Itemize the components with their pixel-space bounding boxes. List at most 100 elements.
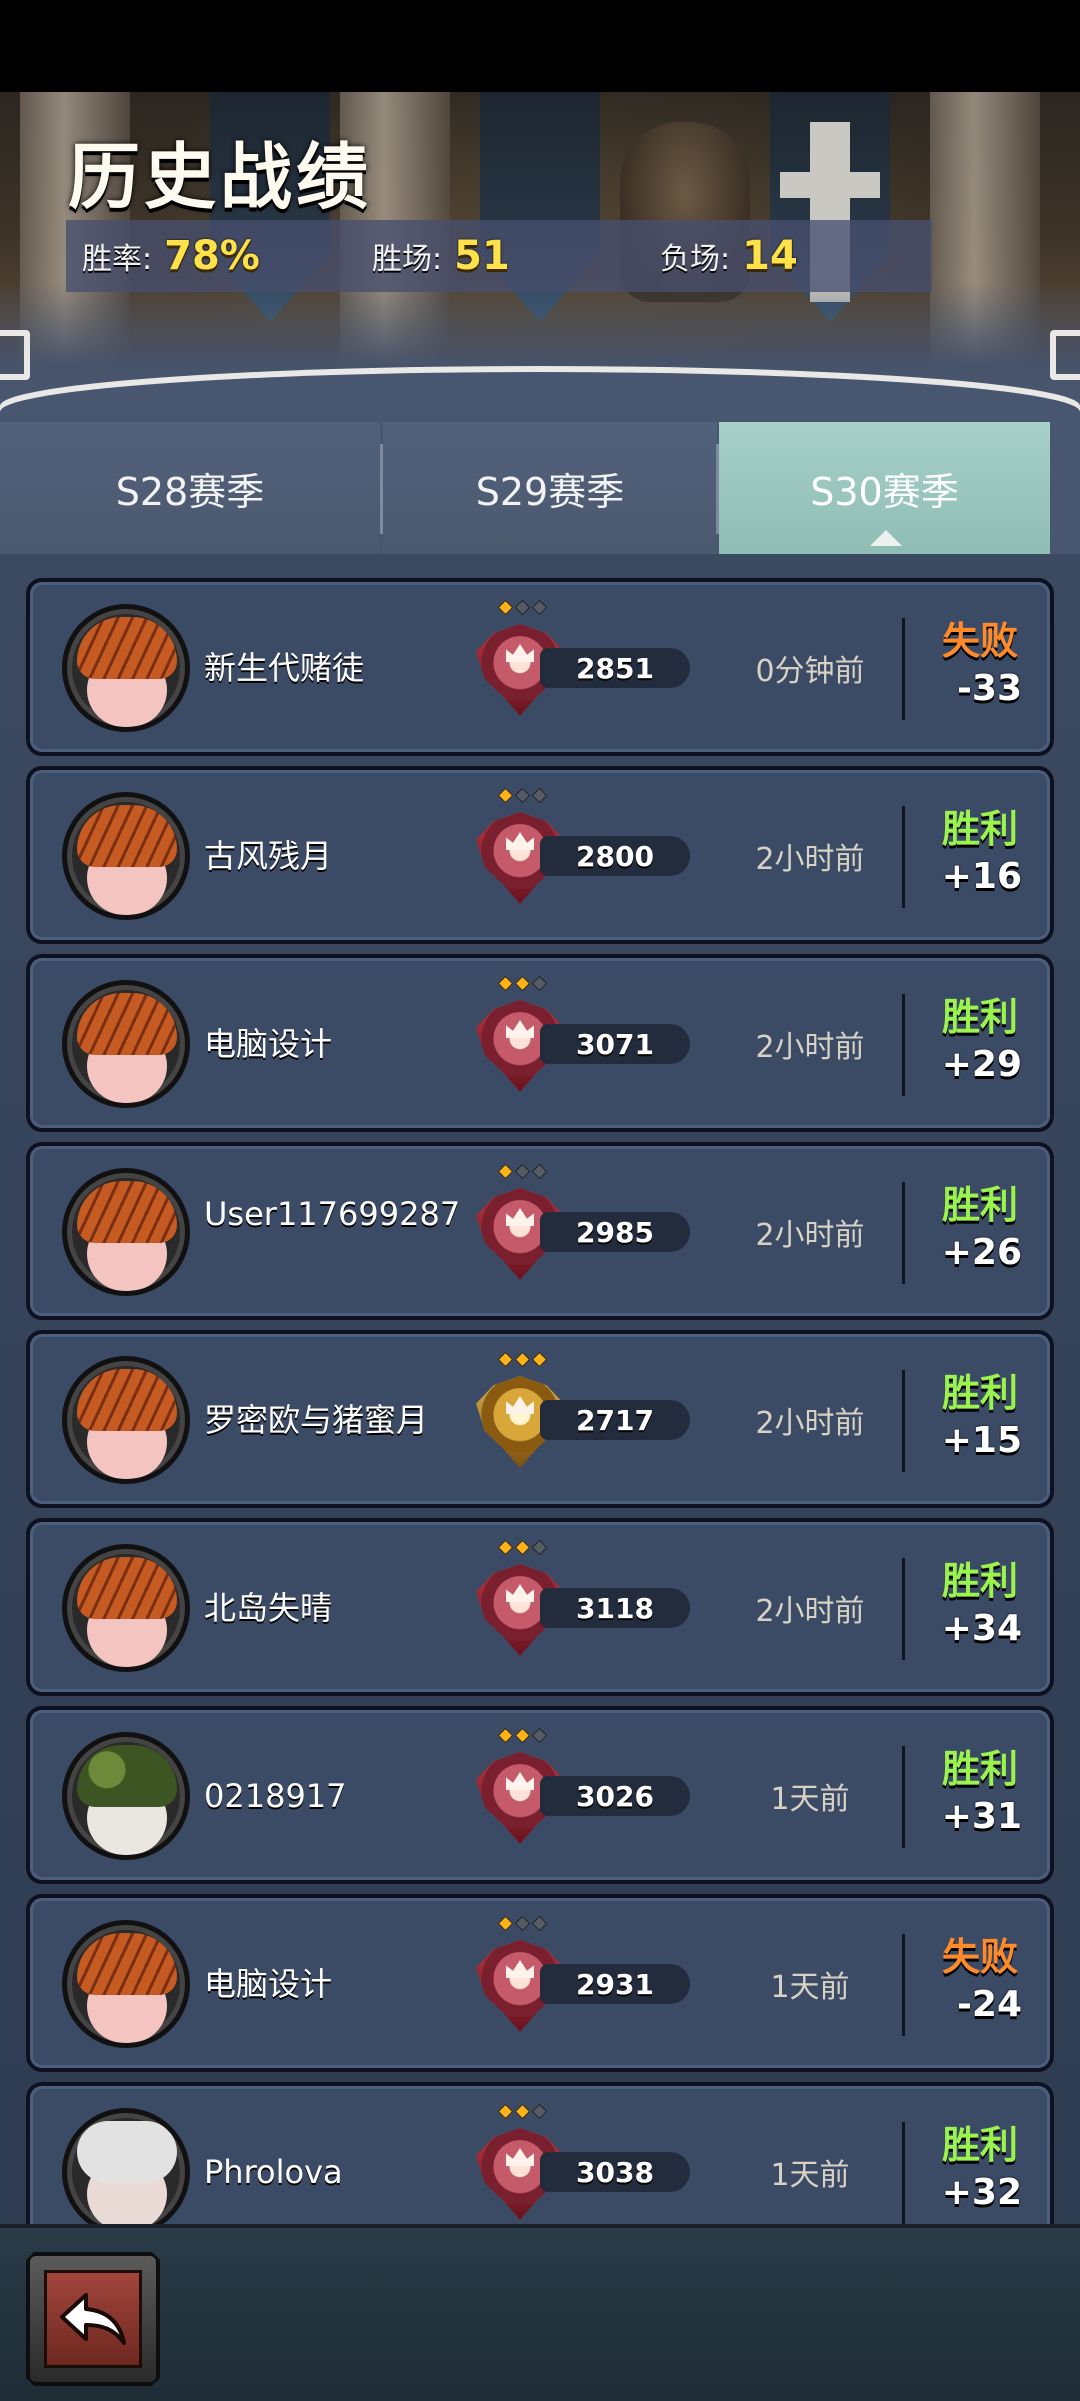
tab-s29[interactable]: S29赛季 [383,422,717,554]
opponent-avatar[interactable] [62,1544,190,1672]
rank-stars [497,1539,548,1556]
match-time: 2小时前 [755,1030,865,1065]
rank-star-icon [531,1539,548,1556]
rank-star-icon [531,975,548,992]
match-time: 1天前 [770,2158,850,2193]
rank-star-icon [514,975,531,992]
opponent-avatar[interactable] [62,1920,190,2048]
rank-stars [497,1351,548,1368]
rank-star-icon [514,2103,531,2120]
match-card[interactable]: 北岛失晴 3118 2小时前 胜利 +34 [26,1518,1054,1696]
stats-bar: 胜率: 78% 胜场: 51 负场: 14 [66,220,932,292]
score-change: -33 [956,668,1022,709]
card-divider [902,1934,905,2036]
match-card[interactable]: 电脑设计 2931 1天前 失败 -24 [26,1894,1054,2072]
status-bar [0,0,1080,92]
page-title: 历史战绩 [68,135,373,219]
avatar-hair [77,1557,177,1619]
opponent-name: User117699287 [204,1195,461,1233]
match-result: 胜利 [941,807,1018,851]
avatar-hair [77,805,177,867]
rank-star-icon [531,1915,548,1932]
rank-star-icon [531,1727,548,1744]
opponent-name: 电脑设计 [204,1965,333,2003]
rank-star-icon [497,1351,514,1368]
rank-score: 2717 [540,1400,690,1440]
season-tabs: S28赛季 S29赛季 S30赛季 [0,422,1080,554]
opponent-name: 古风残月 [204,837,333,875]
score-change: +16 [941,856,1022,897]
rank-star-icon [514,1351,531,1368]
losses-stat: 负场: 14 [660,233,798,279]
match-result: 失败 [941,619,1018,663]
rank-star-icon [531,599,548,616]
opponent-avatar[interactable] [62,1168,190,1296]
match-result: 胜利 [941,1559,1018,1603]
score-change: +15 [941,1420,1022,1461]
avatar-hair [77,1181,177,1243]
match-card[interactable]: Phrolova 3038 1天前 胜利 +32 [26,2082,1054,2224]
win-rate-stat: 胜率: 78% [82,233,260,279]
rank-star-icon [497,1539,514,1556]
match-time: 2小时前 [755,842,865,877]
match-card[interactable]: 新生代赌徒 2851 0分钟前 失败 -33 [26,578,1054,756]
rank-score: 3118 [540,1588,690,1628]
rank-stars [497,1727,548,1744]
opponent-avatar[interactable] [62,2108,190,2224]
avatar-hair [77,993,177,1055]
rank-stars [497,975,548,992]
match-card[interactable]: 古风残月 2800 2小时前 胜利 +16 [26,766,1054,944]
tab-s28[interactable]: S28赛季 [0,422,380,554]
opponent-name: 电脑设计 [204,1025,333,1063]
rank-star-icon [497,1915,514,1932]
rank-score: 2985 [540,1212,690,1252]
rank-stars [497,599,548,616]
opponent-name: 罗密欧与猪蜜月 [204,1401,429,1439]
match-history-list[interactable]: 新生代赌徒 2851 0分钟前 失败 -33 古风残月 2800 2小时前 胜利 +16 电脑设计 3… [0,554,1080,2224]
rank-score: 2931 [540,1964,690,2004]
match-card[interactable]: 电脑设计 3071 2小时前 胜利 +29 [26,954,1054,1132]
rank-stars [497,787,548,804]
opponent-avatar[interactable] [62,980,190,1108]
match-time: 2小时前 [755,1218,865,1253]
score-change: +29 [941,1044,1022,1085]
score-change: +32 [941,2172,1022,2213]
rank-star-icon [531,1163,548,1180]
score-change: +34 [941,1608,1022,1649]
opponent-avatar[interactable] [62,604,190,732]
opponent-name: 0218917 [204,1777,347,1815]
rank-star-icon [514,1915,531,1932]
match-card[interactable]: 0218917 3026 1天前 胜利 +31 [26,1706,1054,1884]
card-divider [902,1558,905,1660]
rank-star-icon [497,1727,514,1744]
match-card[interactable]: 罗密欧与猪蜜月 2717 2小时前 胜利 +15 [26,1330,1054,1508]
opponent-avatar[interactable] [62,1356,190,1484]
card-divider [902,2122,905,2224]
rank-score: 2851 [540,648,690,688]
rank-star-icon [531,787,548,804]
rank-star-icon [497,599,514,616]
match-result: 胜利 [941,995,1018,1039]
active-tab-pointer [870,530,902,546]
back-button[interactable] [26,2252,160,2386]
rank-star-icon [497,787,514,804]
match-time: 2小时前 [755,1406,865,1441]
opponent-avatar[interactable] [62,792,190,920]
avatar-hair [77,1933,177,1995]
rank-stars [497,1915,548,1932]
opponent-name: 北岛失晴 [204,1589,333,1627]
wins-label: 胜场: [372,242,443,277]
rank-stars [497,2103,548,2120]
match-result: 胜利 [941,1747,1018,1791]
score-change: +31 [941,1796,1022,1837]
rank-score: 2800 [540,836,690,876]
avatar-hair [77,617,177,679]
card-divider [902,618,905,720]
opponent-avatar[interactable] [62,1732,190,1860]
match-time: 1天前 [770,1782,850,1817]
score-change: -24 [956,1984,1022,2025]
rank-star-icon [531,1351,548,1368]
corner-ornament-left [0,330,30,380]
match-time: 1天前 [770,1970,850,2005]
match-card[interactable]: User117699287 2985 2小时前 胜利 +26 [26,1142,1054,1320]
